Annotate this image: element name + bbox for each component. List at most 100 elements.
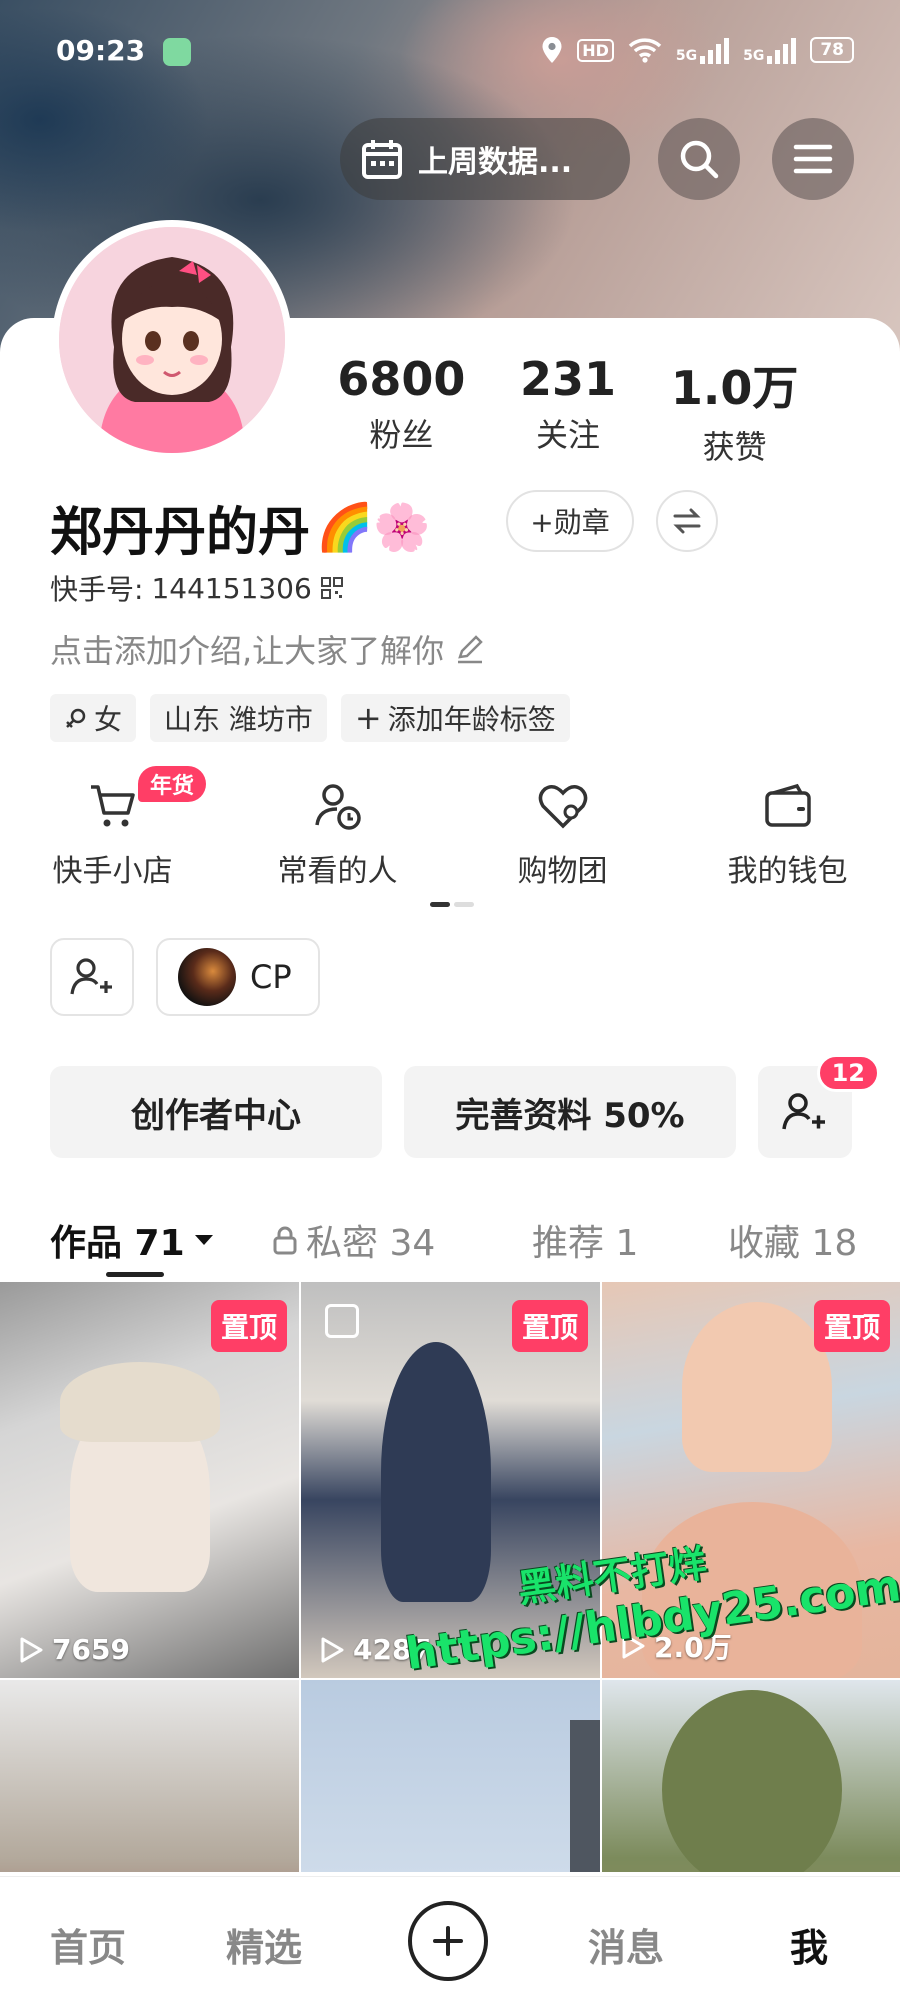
service-frequent-people[interactable]: 常看的人 xyxy=(225,780,450,890)
hd-indicator: HD xyxy=(577,38,614,62)
work-tile[interactable] xyxy=(602,1680,900,1872)
service-label: 快手小店 xyxy=(52,854,173,889)
cp-avatar xyxy=(178,948,236,1006)
lock-icon xyxy=(273,1226,297,1255)
name-emojis: 🌈🌸 xyxy=(316,500,431,554)
pinned-badge: 置顶 xyxy=(210,1300,287,1352)
stat-value: 6800 xyxy=(337,352,466,406)
qrcode-icon[interactable] xyxy=(320,576,344,600)
app-notification-icon xyxy=(163,38,191,66)
tag-gender[interactable]: 女 xyxy=(50,694,137,742)
tab-recommended[interactable]: 推荐 1 xyxy=(532,1214,638,1266)
tag-add-age[interactable]: + 添加年龄标签 xyxy=(340,694,570,742)
bottom-navigation: 首页 精选 消息 我 xyxy=(0,1876,900,2003)
work-tile[interactable] xyxy=(301,1680,600,1872)
swap-icon xyxy=(673,508,701,534)
last-week-label: 上周数据... xyxy=(418,145,573,180)
tab-private[interactable]: 私密 34 xyxy=(272,1214,435,1266)
stat-value: 231 xyxy=(519,352,617,406)
services-page-indicator xyxy=(430,902,474,907)
nav-home[interactable]: 首页 xyxy=(50,1917,126,1972)
stat-likes[interactable]: 1.0万 获赞 xyxy=(651,352,818,468)
plus-icon xyxy=(433,1926,463,1956)
friend-requests-badge: 12 xyxy=(816,1054,880,1092)
content-tabs: 作品 71 私密 34 推荐 1 收藏 18 xyxy=(0,1198,900,1278)
cp-row: CP xyxy=(50,938,320,1016)
service-label: 购物团 xyxy=(517,854,608,889)
battery-indicator: 78 xyxy=(810,37,854,63)
stat-following[interactable]: 231 关注 xyxy=(485,352,652,468)
last-week-data-button[interactable]: 上周数据... xyxy=(340,118,630,200)
status-bar: 09:23 HD 5G 5G 78 xyxy=(0,30,900,74)
service-shopping-group[interactable]: 购物团 xyxy=(450,780,675,890)
menu-button[interactable] xyxy=(772,118,854,200)
female-icon xyxy=(66,708,86,728)
pinned-badge: 置顶 xyxy=(813,1300,890,1352)
create-post-button[interactable] xyxy=(408,1901,488,1981)
profile-name: 郑丹丹的丹 xyxy=(50,503,311,563)
new-year-goods-badge: 年货 xyxy=(138,766,207,802)
nav-messages[interactable]: 消息 xyxy=(588,1917,664,1972)
stat-followers[interactable]: 6800 粉丝 xyxy=(318,352,485,468)
stat-label: 获赞 xyxy=(702,428,767,466)
add-person-icon xyxy=(70,958,112,995)
add-friend-button[interactable] xyxy=(50,938,134,1016)
tab-label: 作品 71 xyxy=(50,1223,185,1264)
tab-favorites[interactable]: 收藏 18 xyxy=(728,1214,857,1266)
service-shortcuts: 年货 快手小店 常看的人 购物团 我的钱包 xyxy=(0,766,900,890)
wifi-icon xyxy=(628,38,662,63)
tag-location[interactable]: 山东 潍坊市 xyxy=(150,694,327,742)
avatar-illustration xyxy=(59,227,285,453)
switch-account-button[interactable] xyxy=(656,490,718,552)
cart-icon xyxy=(87,780,139,832)
stat-value: 1.0万 xyxy=(670,361,799,415)
calendar-icon xyxy=(362,140,402,179)
profile-action-buttons: 创作者中心 完善资料 50% 12 xyxy=(50,1054,880,1158)
active-tab-indicator xyxy=(106,1272,164,1277)
person-clock-icon xyxy=(312,780,364,832)
tag-label: 女 xyxy=(94,703,123,736)
complete-profile-button[interactable]: 完善资料 50% xyxy=(404,1066,736,1158)
cp-button[interactable]: CP xyxy=(156,938,320,1016)
kuaishou-id-row[interactable]: 快手号: 144151306 xyxy=(50,568,344,608)
play-count: 7659 xyxy=(18,1633,130,1666)
profile-name-row: 郑丹丹的丹 🌈🌸 xyxy=(50,490,431,565)
work-tile[interactable] xyxy=(0,1680,299,1872)
tag-label: 山东 潍坊市 xyxy=(164,703,313,736)
dropdown-triangle-icon xyxy=(194,1235,213,1245)
profile-stats: 6800 粉丝 231 关注 1.0万 获赞 xyxy=(318,352,818,468)
add-badge-button[interactable]: +勋章 xyxy=(506,490,634,552)
plus-icon: + xyxy=(354,699,382,737)
avatar[interactable] xyxy=(52,220,292,460)
kuaishou-id-label: 快手号: xyxy=(50,573,144,606)
work-tile[interactable]: 置顶 7659 xyxy=(0,1282,299,1678)
kuaishou-id-value: 144151306 xyxy=(151,571,312,605)
cp-label: CP xyxy=(250,958,292,996)
play-icon xyxy=(20,1637,43,1662)
tab-label: 私密 34 xyxy=(306,1223,436,1264)
creator-center-button[interactable]: 创作者中心 xyxy=(50,1066,382,1158)
signal-2: 5G xyxy=(743,36,797,64)
image-post-icon xyxy=(325,1304,359,1338)
tile-subject xyxy=(682,1302,832,1472)
stat-label: 粉丝 xyxy=(369,416,434,454)
add-person-icon xyxy=(782,1093,825,1130)
tile-building xyxy=(570,1720,600,1872)
service-label: 我的钱包 xyxy=(727,854,848,889)
tab-works[interactable]: 作品 71 xyxy=(50,1214,215,1266)
profile-tags: 女 山东 潍坊市 + 添加年龄标签 xyxy=(50,694,570,742)
wallet-icon xyxy=(762,780,814,832)
service-shop[interactable]: 年货 快手小店 xyxy=(0,766,225,890)
tag-label: 添加年龄标签 xyxy=(387,703,556,736)
service-wallet[interactable]: 我的钱包 xyxy=(675,780,900,890)
nav-featured[interactable]: 精选 xyxy=(226,1917,302,1972)
search-icon xyxy=(680,140,719,179)
location-icon xyxy=(542,37,562,63)
status-indicators: HD 5G 5G 78 xyxy=(541,36,854,64)
bio-row[interactable]: 点击添加介绍,让大家了解你 xyxy=(50,626,486,672)
friend-requests-button[interactable]: 12 xyxy=(758,1054,880,1158)
nav-me[interactable]: 我 xyxy=(790,1917,828,1972)
tab-label: 推荐 1 xyxy=(532,1223,639,1264)
signal-1: 5G xyxy=(676,36,730,64)
search-button[interactable] xyxy=(658,118,740,200)
